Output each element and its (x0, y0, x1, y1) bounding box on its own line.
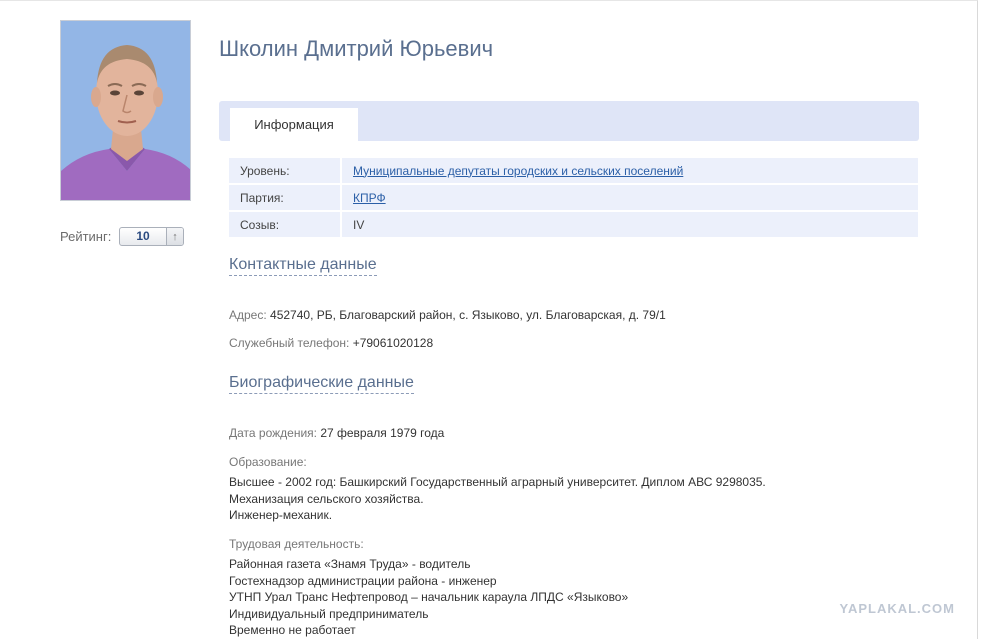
phone-value: +79061020128 (352, 336, 434, 350)
table-row: Партия: КПРФ (229, 185, 918, 210)
list-item: Индивидуальный предприниматель (229, 606, 429, 621)
list-item: Временно не работает (229, 623, 356, 637)
address-label: Адрес: (229, 308, 267, 322)
list-item: Районная газета «Знамя Труда» - водитель (229, 557, 471, 571)
bio-heading: Биографические данные (229, 374, 414, 394)
tab-label: Информация (254, 117, 334, 132)
education-label: Образование: (229, 455, 307, 469)
profile-photo (60, 20, 191, 201)
birth-label: Дата рождения: (229, 426, 317, 440)
address-value: 452740, РБ, Благоварский район, с. Языко… (270, 308, 666, 322)
contacts-heading: Контактные данные (229, 256, 377, 276)
list-item: Гостехнадзор администрации района - инже… (229, 573, 497, 588)
birth-value: 27 февраля 1979 года (320, 426, 445, 440)
tab-information[interactable]: Информация (230, 108, 358, 141)
rating-value: 10 (136, 229, 150, 243)
rating-widget: 10 ↑ (119, 227, 184, 246)
phone-field: Служебный телефон: +79061020128 (229, 336, 433, 350)
table-row: Созыв: IV (229, 212, 918, 237)
list-item: Высшее - 2002 год: Башкирский Государств… (229, 475, 766, 489)
education-list: Высшее - 2002 год: Башкирский Государств… (229, 474, 766, 524)
list-item: Инженер-механик. (229, 508, 333, 522)
address-field: Адрес: 452740, РБ, Благоварский район, с… (229, 308, 666, 322)
table-row: Уровень: Муниципальные депутаты городски… (229, 158, 918, 183)
row-key: Уровень: (229, 158, 342, 183)
rating-up-button[interactable]: ↑ (166, 228, 183, 245)
work-label: Трудовая деятельность: (229, 537, 364, 551)
tab-bar: Информация (219, 101, 919, 141)
row-value: Муниципальные депутаты городских и сельс… (342, 158, 918, 183)
row-key: Партия: (229, 185, 342, 210)
row-key: Созыв: (229, 212, 342, 237)
convocation-value: IV (342, 212, 918, 237)
page-title: Школин Дмитрий Юрьевич (219, 36, 494, 61)
level-link[interactable]: Муниципальные депутаты городских и сельс… (353, 164, 683, 178)
row-value: КПРФ (342, 185, 918, 210)
watermark: YAPLAKAL.COM (839, 601, 955, 616)
arrow-up-icon: ↑ (172, 230, 178, 243)
list-item: Механизация сельского хозяйства. (229, 491, 424, 506)
phone-label: Служебный телефон: (229, 336, 350, 350)
list-item: УТНП Урал Транс Нефтепровод – начальник … (229, 590, 629, 604)
birth-field: Дата рождения: 27 февраля 1979 года (229, 426, 444, 440)
work-list: Районная газета «Знамя Труда» - водитель… (229, 556, 628, 639)
party-link[interactable]: КПРФ (353, 191, 386, 205)
rating-label: Рейтинг: (60, 229, 112, 244)
info-table: Уровень: Муниципальные депутаты городски… (229, 156, 918, 239)
